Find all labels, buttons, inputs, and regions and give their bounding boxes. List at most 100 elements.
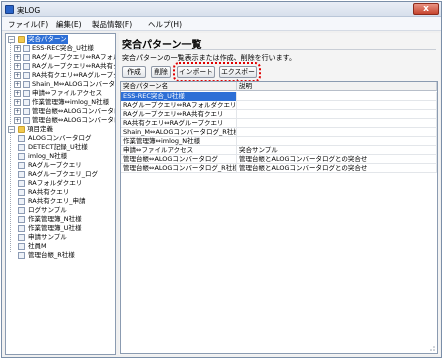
navigation-tree[interactable]: − 突合パターン + ESS-REC突合_U社様 + RAグループクエリ⇔RAフ… bbox=[5, 33, 116, 355]
menu-bar: ファイル(F) 編集(E) 製品情報(F) ヘルプ(H) bbox=[2, 17, 441, 31]
expand-icon[interactable]: + bbox=[14, 99, 21, 106]
table-row[interactable]: 管理台帳⇔ALOGコンバータログ_R社様 管理台帳とALOGコンバータログとの突… bbox=[121, 164, 437, 173]
tree-label: Shain_M⇔ALOGコンバータログ bbox=[32, 80, 115, 88]
document-icon bbox=[18, 144, 25, 151]
menu-help[interactable]: ヘルプ(H) bbox=[148, 19, 182, 30]
title-bar[interactable]: 実LOG x bbox=[2, 2, 441, 17]
resize-grip-icon[interactable] bbox=[428, 344, 436, 352]
tree-label: DETECT記録_U社様 bbox=[28, 143, 88, 151]
tree-label: RAグループクエリ⇔RAフォルダー bbox=[32, 53, 115, 61]
tree-label: 管理台帳⇔ALOGコンバータログ bbox=[32, 107, 115, 115]
table-cell: RAグループクエリ⇔RAフォルダクエリ bbox=[123, 101, 237, 110]
document-icon bbox=[18, 135, 25, 142]
table-cell bbox=[237, 92, 437, 101]
pattern-icon bbox=[23, 81, 30, 88]
tree-label: ALOGコンバータログ bbox=[28, 134, 92, 142]
tree-label: ログサンプル bbox=[28, 206, 67, 214]
table-cell: 管理台帳とALOGコンバータログとの突合せ bbox=[237, 155, 437, 164]
expand-icon[interactable]: + bbox=[14, 108, 21, 115]
document-icon bbox=[18, 153, 25, 160]
pattern-icon bbox=[23, 108, 30, 115]
tree-label: RA共有クエリ bbox=[28, 188, 70, 196]
pattern-icon bbox=[23, 45, 30, 52]
table-cell: RAグループクエリ⇔RA共有クエリ bbox=[121, 110, 237, 119]
expand-icon[interactable]: + bbox=[14, 81, 21, 88]
menu-file[interactable]: ファイル(F) bbox=[8, 19, 48, 30]
table-row[interactable]: RAグループクエリ⇔RA共有クエリ bbox=[121, 110, 437, 119]
table-row[interactable]: RA共有クエリ⇔RAグループクエリ bbox=[121, 119, 437, 128]
document-icon bbox=[18, 198, 25, 205]
tree-label: RAグループクエリ_ログ bbox=[28, 170, 99, 178]
document-icon bbox=[18, 216, 25, 223]
document-icon bbox=[18, 225, 25, 232]
document-icon bbox=[18, 189, 25, 196]
table-row[interactable]: RAグループクエリ⇔RAフォルダクエリ bbox=[121, 101, 437, 110]
table-cell: RA共有クエリ⇔RAグループクエリ bbox=[121, 119, 237, 128]
table-cell: 突合サンプル bbox=[237, 146, 437, 155]
document-icon bbox=[18, 171, 25, 178]
table-cell: 管理台帳⇔ALOGコンバータログ_R社様 bbox=[123, 164, 237, 173]
pattern-icon bbox=[23, 72, 30, 79]
document-icon bbox=[18, 207, 25, 214]
menu-product-info[interactable]: 製品情報(F) bbox=[92, 19, 132, 30]
table-cell: ESS-REC突合_U社様 bbox=[121, 92, 237, 101]
tree-label: imlog_N社様 bbox=[28, 152, 68, 160]
window-title: 実LOG bbox=[17, 6, 41, 15]
pattern-table[interactable]: 突合パターン名 説明 ESS-REC突合_U社様 RAグループクエリ⇔RAフォル… bbox=[120, 81, 438, 354]
collapse-icon[interactable]: − bbox=[8, 126, 15, 133]
close-button[interactable]: x bbox=[413, 3, 439, 15]
tree-label: 管理台帳_R社様 bbox=[28, 251, 75, 259]
pattern-icon bbox=[23, 63, 30, 70]
tree-label: 作業管理簿_N社様 bbox=[28, 215, 82, 223]
tree-label: RAフォルダクエリ bbox=[28, 179, 83, 187]
pattern-icon bbox=[23, 90, 30, 97]
expand-icon[interactable]: + bbox=[14, 54, 21, 61]
table-cell: 管理台帳とALOGコンバータログとの突合せ bbox=[237, 164, 437, 173]
app-window: 実LOG x ファイル(F) 編集(E) 製品情報(F) ヘルプ(H) − 突合… bbox=[1, 1, 442, 358]
table-cell: 申請⇔ファイルアクセス bbox=[121, 146, 237, 155]
expand-icon[interactable]: + bbox=[14, 90, 21, 97]
table-cell bbox=[237, 128, 437, 137]
table-row[interactable]: 管理台帳⇔ALOGコンバータログ 管理台帳とALOGコンバータログとの突合せ bbox=[121, 155, 437, 164]
delete-button[interactable]: 削除 bbox=[151, 66, 171, 78]
document-icon bbox=[18, 162, 25, 169]
expand-icon[interactable]: + bbox=[14, 72, 21, 79]
table-cell bbox=[237, 101, 437, 110]
table-row[interactable]: 申請⇔ファイルアクセス 突合サンプル bbox=[121, 146, 437, 155]
main-panel: 突合パターン一覧 突合パターンの一覧表示または作成、削除を行います。 作成 削除… bbox=[119, 33, 440, 355]
expand-icon[interactable]: + bbox=[14, 45, 21, 52]
app-icon bbox=[5, 5, 14, 14]
table-row[interactable]: Shain_M⇔ALOGコンバータログ_R社様 bbox=[121, 128, 437, 137]
document-icon bbox=[18, 252, 25, 259]
tree-label: 項目定義 bbox=[27, 125, 53, 133]
pattern-icon bbox=[23, 99, 30, 106]
table-row[interactable]: 作業管理簿⇔imlog_N社様 bbox=[121, 137, 437, 146]
table-cell: 作業管理簿⇔imlog_N社様 bbox=[121, 137, 237, 146]
table-row[interactable]: ESS-REC突合_U社様 bbox=[121, 92, 437, 101]
pattern-icon bbox=[23, 54, 30, 61]
table-cell bbox=[237, 119, 437, 128]
tree-label: 管理台帳⇔ALOGコンバータログ bbox=[32, 116, 115, 124]
document-icon bbox=[18, 180, 25, 187]
expand-icon[interactable]: + bbox=[14, 63, 21, 70]
tree-label: 申請⇔ファイルアクセス bbox=[32, 89, 103, 97]
column-header-name[interactable]: 突合パターン名 bbox=[121, 82, 237, 91]
column-header-description[interactable]: 説明 bbox=[237, 82, 437, 91]
table-cell: Shain_M⇔ALOGコンバータログ_R社様 bbox=[123, 128, 237, 137]
document-icon bbox=[18, 234, 25, 241]
tree-label: 申請サンプル bbox=[28, 233, 67, 241]
tree-label: RA共有クエリ_申請 bbox=[28, 197, 86, 205]
divider bbox=[122, 49, 436, 50]
collapse-icon[interactable]: − bbox=[8, 36, 15, 43]
tree-label: RAグループクエリ⇔RA共有クエ bbox=[32, 62, 115, 70]
tree-label: 社員M bbox=[28, 242, 47, 250]
pattern-icon bbox=[23, 117, 30, 124]
menu-edit[interactable]: 編集(E) bbox=[56, 19, 82, 30]
tree-label: 作業管理簿⇔imlog_N社様 bbox=[32, 98, 110, 106]
document-icon bbox=[18, 243, 25, 250]
expand-icon[interactable]: + bbox=[14, 117, 21, 124]
folder-icon bbox=[18, 36, 25, 43]
create-button[interactable]: 作成 bbox=[122, 66, 146, 78]
highlight-outline bbox=[173, 62, 261, 82]
tree-label: ESS-REC突合_U社様 bbox=[32, 44, 94, 52]
